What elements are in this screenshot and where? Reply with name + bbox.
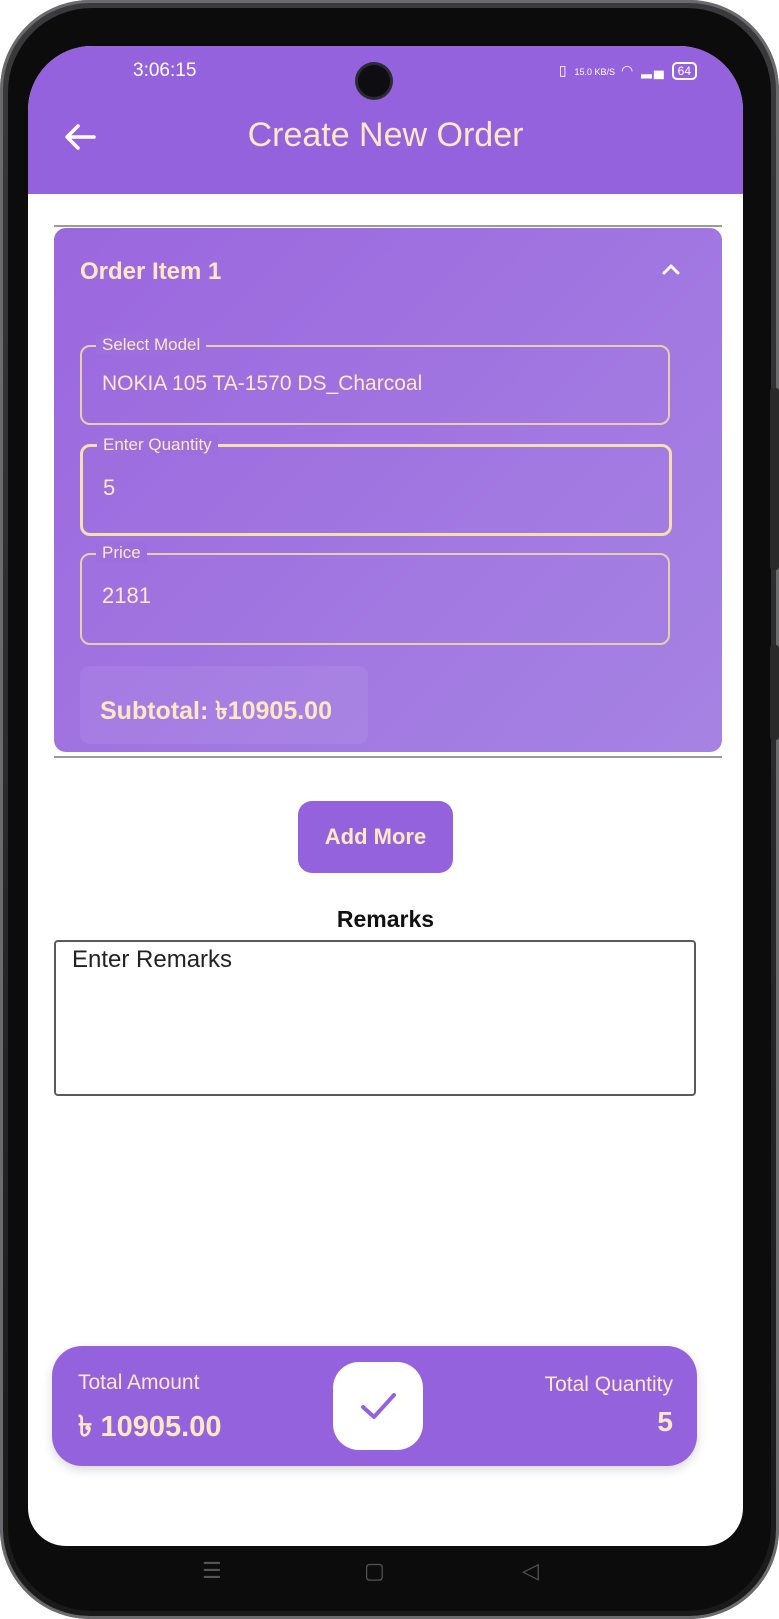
price-value: 2181 xyxy=(102,583,151,608)
quantity-input[interactable]: Enter Quantity 5 xyxy=(80,435,672,536)
vibrate-icon: ▯ xyxy=(558,62,569,78)
remarks-input[interactable]: Enter Remarks xyxy=(54,940,696,1096)
total-amount-value: ৳ 10905.00 xyxy=(78,1411,222,1443)
app-bar: 3:06:15 ▯ 15.0 KB/S ◠ ▂▄ 64 Create New O… xyxy=(28,46,743,194)
select-model-dropdown[interactable]: Select Model NOKIA 105 TA-1570 DS_Charco… xyxy=(80,335,670,425)
check-icon xyxy=(361,1393,396,1419)
total-amount-label: Total Amount xyxy=(78,1371,200,1394)
select-model-label: Select Model xyxy=(96,335,207,355)
chevron-up-icon[interactable] xyxy=(658,256,684,282)
volume-button xyxy=(770,388,779,570)
divider xyxy=(54,225,722,227)
order-item-card: Order Item 1 Select Model NOKIA 105 TA-1… xyxy=(54,228,722,752)
wifi-icon: ◠ xyxy=(620,62,636,78)
home-icon[interactable]: ▢ xyxy=(364,1558,385,1584)
remarks-title: Remarks xyxy=(336,906,435,932)
quantity-label: Enter Quantity xyxy=(97,435,218,455)
divider xyxy=(54,756,722,758)
order-item-title: Order Item 1 xyxy=(80,258,222,285)
status-icons: ▯ 15.0 KB/S ◠ ▂▄ 64 xyxy=(559,62,697,80)
signal-icon: ▂▄ xyxy=(641,62,666,78)
remarks-placeholder: Enter Remarks xyxy=(72,946,233,973)
status-time: 3:06:15 xyxy=(133,60,197,81)
battery-level: 64 xyxy=(677,64,691,78)
price-label: Price xyxy=(96,543,147,563)
total-quantity-value: 5 xyxy=(657,1406,673,1437)
subtotal-text: Subtotal: ৳10905.00 xyxy=(100,697,332,725)
total-quantity-label: Total Quantity xyxy=(544,1373,673,1396)
quantity-value: 5 xyxy=(103,475,116,500)
power-button xyxy=(770,645,779,740)
page-title: Create New Order xyxy=(247,116,524,154)
order-summary-bar: Total Amount ৳ 10905.00 Total Quantity 5 xyxy=(52,1346,697,1466)
battery-icon: 64 xyxy=(671,62,697,80)
camera-cutout xyxy=(358,65,390,97)
app-screen: 3:06:15 ▯ 15.0 KB/S ◠ ▂▄ 64 Create New O… xyxy=(28,46,743,1546)
back-nav-icon[interactable]: ◁ xyxy=(522,1558,539,1584)
price-field[interactable]: Price 2181 xyxy=(80,543,670,645)
select-model-value: NOKIA 105 TA-1570 DS_Charcoal xyxy=(102,372,423,395)
add-more-button[interactable]: Add More xyxy=(298,801,453,873)
menu-icon[interactable]: ☰ xyxy=(202,1558,222,1584)
subtotal-box: Subtotal: ৳10905.00 xyxy=(80,666,368,744)
submit-order-button[interactable] xyxy=(333,1362,423,1450)
net-speed: 15.0 KB/S xyxy=(574,67,616,77)
system-nav-bar: ☰ ▢ ◁ xyxy=(28,1546,743,1596)
